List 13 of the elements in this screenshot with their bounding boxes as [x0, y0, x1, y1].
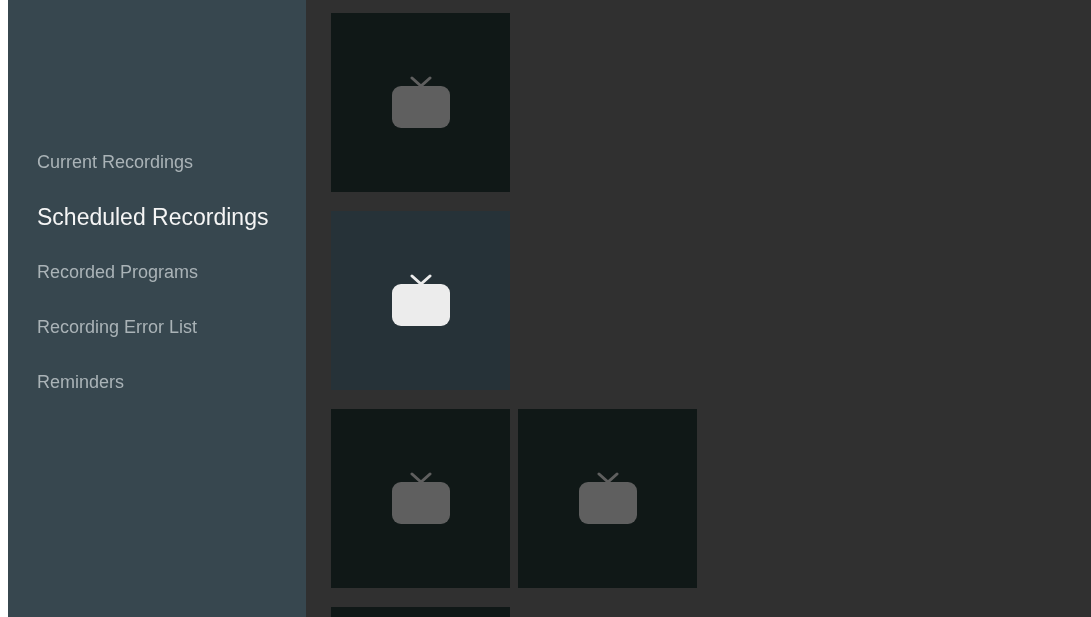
program-tile[interactable] [331, 211, 510, 390]
sidebar-item[interactable]: Scheduled Recordings [37, 201, 306, 234]
tv-icon [391, 471, 450, 526]
sidebar-item[interactable]: Recorded Programs [37, 256, 306, 289]
sidebar-item[interactable]: Current Recordings [37, 146, 306, 179]
tv-icon [391, 273, 450, 328]
program-tile[interactable] [331, 13, 510, 192]
tv-icon [578, 471, 637, 526]
sidebar-item[interactable]: Reminders [37, 366, 306, 399]
tv-icon [391, 75, 450, 130]
program-tile[interactable] [518, 409, 697, 588]
program-tile[interactable] [331, 409, 510, 588]
sidebar-item[interactable]: Recording Error List [37, 311, 306, 344]
